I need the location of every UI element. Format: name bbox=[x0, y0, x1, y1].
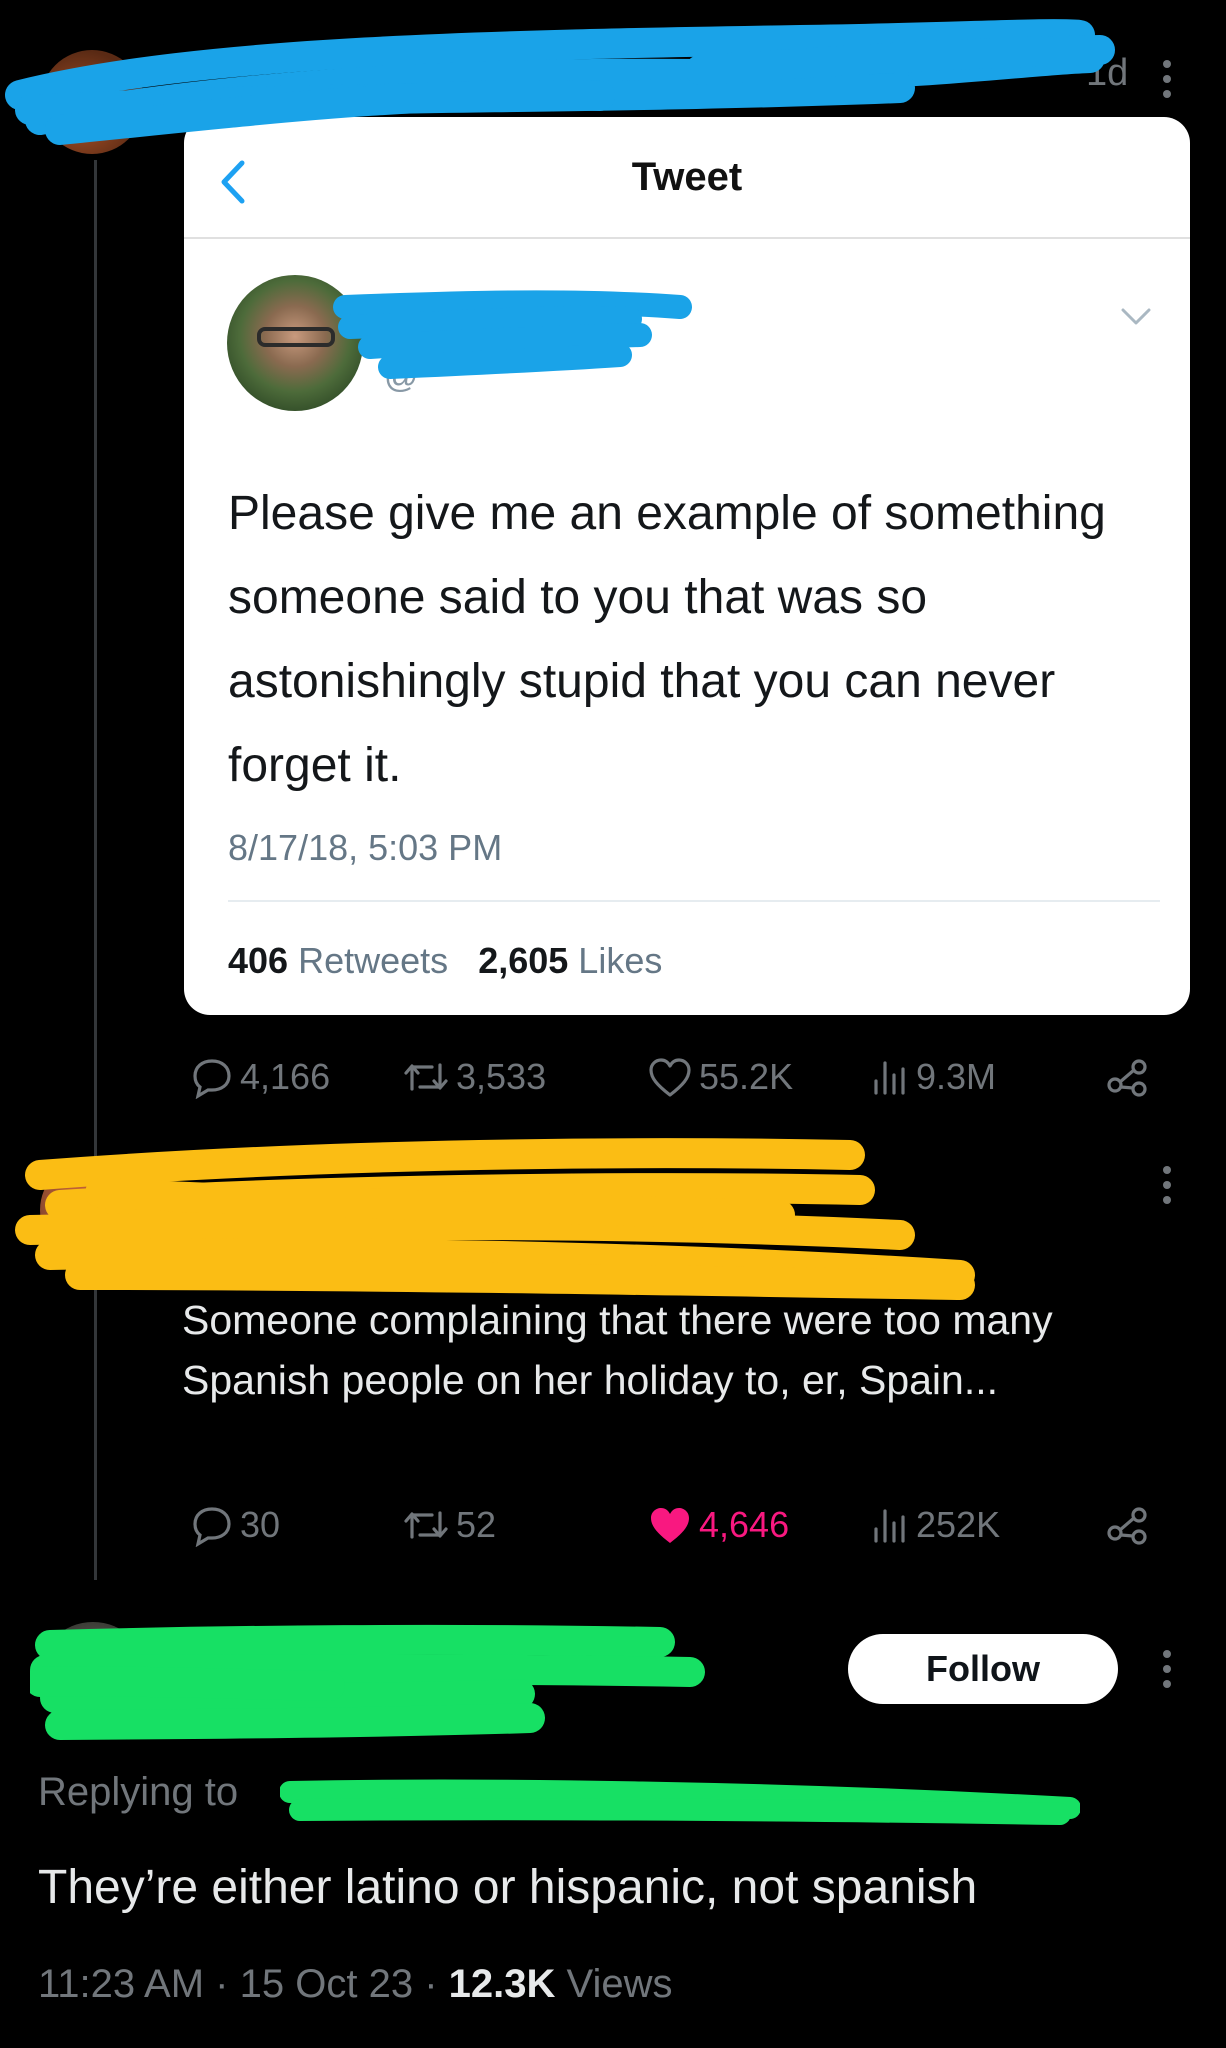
likes-count: 2,605 bbox=[478, 940, 569, 981]
reply-count: 4,166 bbox=[240, 1056, 331, 1097]
analytics-icon bbox=[874, 1061, 905, 1095]
separator: · bbox=[424, 1962, 438, 2006]
tweet-meta: 11:23 AM · 15 Oct 23 · 12.3K Views bbox=[38, 1962, 673, 2007]
views-label: Views bbox=[566, 1962, 673, 2006]
quoted-tweet-date: 8/17/18, 5:03 PM bbox=[228, 827, 503, 868]
reply-icon bbox=[193, 1507, 231, 1547]
reply-icon bbox=[193, 1059, 231, 1099]
heart-filled-icon bbox=[651, 1508, 689, 1543]
share-button[interactable] bbox=[1105, 1049, 1155, 1105]
more-options-icon[interactable] bbox=[1157, 1166, 1177, 1211]
censor-scribble-blue-name bbox=[333, 290, 692, 379]
likes-label: Likes bbox=[578, 940, 663, 981]
retweets-label: Retweets bbox=[298, 940, 449, 981]
share-button[interactable] bbox=[1105, 1497, 1155, 1553]
like-button[interactable]: 55.2K bbox=[647, 1049, 793, 1105]
reply-tweet-text: Someone complaining that there were too … bbox=[182, 1297, 1053, 1403]
tweet-date[interactable]: 15 Oct 23 bbox=[240, 1962, 413, 2006]
censor-scribble-blue bbox=[5, 19, 1115, 145]
repost-icon bbox=[404, 1511, 448, 1539]
views-button[interactable]: 252K bbox=[870, 1497, 1000, 1553]
censor-scribble-green-mentions bbox=[280, 1779, 1080, 1825]
thread-line bbox=[94, 160, 97, 1580]
like-count: 4,646 bbox=[699, 1504, 790, 1545]
divider bbox=[228, 900, 1160, 902]
follow-button[interactable]: Follow bbox=[848, 1634, 1118, 1704]
analytics-icon bbox=[874, 1509, 905, 1543]
heart-icon bbox=[649, 1058, 691, 1097]
separator: · bbox=[215, 1962, 229, 2006]
views-count: 252K bbox=[916, 1504, 1001, 1545]
more-options-icon[interactable] bbox=[1157, 1650, 1177, 1695]
censor-scribble-yellow bbox=[15, 1138, 975, 1300]
repost-count: 52 bbox=[456, 1504, 497, 1545]
repost-button[interactable]: 3,533 bbox=[402, 1049, 546, 1105]
quoted-tweet-stats: 406 Retweets 2,605 Likes bbox=[228, 940, 662, 982]
views-count: 9.3M bbox=[916, 1056, 997, 1097]
reply-count: 30 bbox=[240, 1504, 281, 1545]
views-button[interactable]: 9.3M bbox=[870, 1049, 996, 1105]
repost-count: 3,533 bbox=[456, 1056, 547, 1097]
quoted-tweet-card[interactable]: Tweet @ Please give me an example of som… bbox=[184, 117, 1190, 1015]
like-button[interactable]: 4,646 bbox=[647, 1497, 789, 1553]
reply-button[interactable]: 30 bbox=[190, 1497, 280, 1553]
reply-button[interactable]: 4,166 bbox=[190, 1049, 330, 1105]
tweet-actions: 30 52 4,646 252K bbox=[190, 1497, 1150, 1553]
share-icon bbox=[1107, 1507, 1147, 1545]
chevron-down-icon[interactable] bbox=[1119, 305, 1153, 329]
glasses-detail bbox=[257, 327, 335, 347]
censor-scribble-green bbox=[30, 1624, 705, 1740]
repost-button[interactable]: 52 bbox=[402, 1497, 496, 1553]
repost-icon bbox=[404, 1063, 448, 1091]
share-icon bbox=[1107, 1059, 1147, 1097]
retweets-count: 406 bbox=[228, 940, 289, 981]
replying-to-label: Replying to bbox=[38, 1770, 239, 1814]
views-count: 12.3K bbox=[448, 1962, 556, 2006]
quoted-tweet-text: Please give me an example of something s… bbox=[228, 487, 1106, 792]
tweet-actions: 4,166 3,533 55.2K 9.3M bbox=[190, 1049, 1150, 1105]
like-count: 55.2K bbox=[699, 1056, 794, 1097]
tweet-text: They’re either latino or hispanic, not s… bbox=[38, 1861, 978, 1914]
tweet-time[interactable]: 11:23 AM bbox=[38, 1962, 204, 2006]
